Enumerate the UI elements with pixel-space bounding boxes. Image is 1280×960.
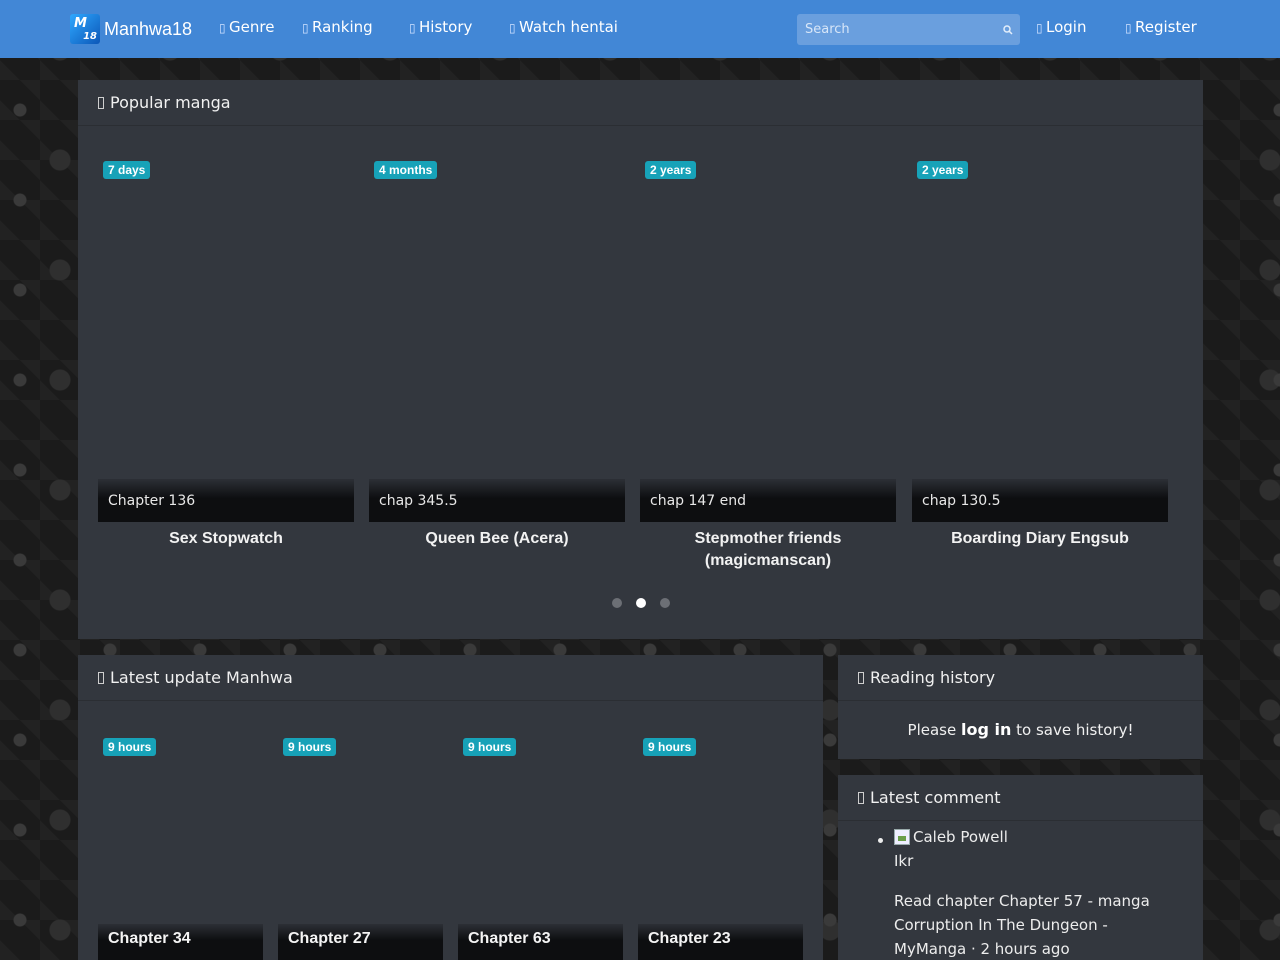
chapter-label[interactable]: Chapter 23 <box>638 924 803 960</box>
history-icon: ▯ <box>409 21 416 35</box>
chapter-label[interactable]: chap 130.5 <box>912 479 1168 522</box>
search-box <box>797 14 1020 45</box>
manga-card[interactable]: 2 years chap 147 end Stepmother friends … <box>640 155 896 572</box>
brand-link[interactable]: M 18 Manhwa18 <box>70 14 192 44</box>
latest-heading: Latest update Manhwa <box>78 655 823 701</box>
chapter-label[interactable]: Chapter 27 <box>278 924 443 960</box>
search-icon[interactable] <box>996 14 1020 45</box>
history-heading: Reading history <box>838 655 1203 701</box>
update-card[interactable]: 9 hours Chapter 23 <box>638 730 803 960</box>
brand-name: Manhwa18 <box>104 18 193 39</box>
nav-ranking[interactable]: ▯ Ranking <box>302 18 373 36</box>
update-card[interactable]: 9 hours Chapter 63 <box>458 730 623 960</box>
carousel-pagination <box>78 598 1203 608</box>
time-badge: 2 years <box>645 161 697 179</box>
register-link[interactable]: ▯ Register <box>1125 18 1197 36</box>
nav-history[interactable]: ▯ History <box>409 18 472 36</box>
history-msg-prefix: Please <box>907 721 957 739</box>
login-link[interactable]: ▯ Login <box>1036 18 1086 36</box>
chapter-label[interactable]: Chapter 136 <box>98 479 354 522</box>
chapter-label[interactable]: Chapter 63 <box>458 924 623 960</box>
popular-heading-text: Popular manga <box>110 93 231 112</box>
list-icon: ▯ <box>219 21 226 35</box>
carousel-dot[interactable] <box>659 598 670 608</box>
reading-history-panel: Reading history Please log in to save hi… <box>838 655 1203 759</box>
nav-history-label: History <box>419 18 473 36</box>
trophy-icon: ▯ <box>302 21 309 35</box>
time-badge: 9 hours <box>463 738 517 756</box>
star-icon <box>98 96 104 109</box>
history-heading-text: Reading history <box>870 668 996 687</box>
popular-manga-panel: Popular manga 7 days Chapter 136 Sex Sto… <box>78 80 1203 639</box>
history-msg-suffix: to save history! <box>1016 721 1134 739</box>
carousel-dot-active[interactable] <box>635 598 646 608</box>
nav-ranking-label: Ranking <box>312 18 373 36</box>
time-badge: 9 hours <box>283 738 337 756</box>
chapter-label[interactable]: Chapter 34 <box>98 924 263 960</box>
comment-item: Caleb Powell Ikr Read chapter Chapter 57… <box>894 825 1203 960</box>
chapter-label[interactable]: chap 345.5 <box>369 479 625 522</box>
manga-cover[interactable]: 2 years chap 147 end <box>640 155 896 522</box>
popular-heading: Popular manga <box>78 80 1203 126</box>
update-card[interactable]: 9 hours Chapter 34 <box>98 730 263 960</box>
update-card[interactable]: 9 hours Chapter 27 <box>278 730 443 960</box>
register-icon: ▯ <box>1125 21 1132 35</box>
comment-icon <box>858 791 864 804</box>
comment-username[interactable]: Caleb Powell <box>913 825 1008 849</box>
comment-user[interactable]: Caleb Powell <box>894 825 1203 849</box>
manga-cover[interactable]: 7 days Chapter 136 <box>98 155 354 522</box>
time-badge: 7 days <box>103 161 151 179</box>
register-label: Register <box>1135 18 1197 36</box>
comment-list: Caleb Powell Ikr Read chapter Chapter 57… <box>838 821 1203 960</box>
login-label: Login <box>1046 18 1087 36</box>
login-icon: ▯ <box>1036 21 1043 35</box>
latest-comment-panel: Latest comment Caleb Powell Ikr Read cha… <box>838 775 1203 960</box>
logo-icon: M 18 <box>70 14 100 44</box>
manga-title[interactable]: Queen Bee (Acera) <box>369 528 625 550</box>
time-badge: 9 hours <box>643 738 697 756</box>
nav-watch-hentai[interactable]: ▯ Watch hentai <box>509 18 618 36</box>
latest-heading-text: Latest update Manhwa <box>110 668 293 687</box>
history-icon <box>858 671 864 684</box>
time-badge: 4 months <box>374 161 438 179</box>
time-badge: 2 years <box>917 161 969 179</box>
search-input[interactable] <box>797 14 996 45</box>
top-navbar: M 18 Manhwa18 ▯ Genre ▯ Ranking ▯ History ▯ W… <box>0 0 1280 58</box>
comments-heading-text: Latest comment <box>870 788 1001 807</box>
manga-title[interactable]: Stepmother friends (magicmanscan) <box>640 528 896 572</box>
nav-genre-label: Genre <box>229 18 275 36</box>
latest-update-panel: Latest update Manhwa 9 hours Chapter 34 … <box>78 655 823 960</box>
avatar-image-icon <box>894 829 910 845</box>
time-badge: 9 hours <box>103 738 157 756</box>
carousel-dot[interactable] <box>611 598 622 608</box>
login-prompt-link[interactable]: log in <box>961 720 1011 739</box>
manga-title[interactable]: Boarding Diary Engsub <box>912 528 1168 550</box>
manga-card[interactable]: 4 months chap 345.5 Queen Bee (Acera) <box>369 155 625 550</box>
manga-card[interactable]: 7 days Chapter 136 Sex Stopwatch <box>98 155 354 550</box>
manga-cover[interactable]: 2 years chap 130.5 <box>912 155 1168 522</box>
chapter-label[interactable]: chap 147 end <box>640 479 896 522</box>
nav-genre[interactable]: ▯ Genre <box>219 18 274 36</box>
play-icon: ▯ <box>509 21 516 35</box>
comment-text: Ikr <box>894 852 914 870</box>
comment-meta-link[interactable]: Read chapter Chapter 57 - manga Corrupti… <box>894 889 1184 960</box>
comments-heading: Latest comment <box>838 775 1203 821</box>
manga-title[interactable]: Sex Stopwatch <box>98 528 354 550</box>
history-message: Please log in to save history! <box>838 701 1203 739</box>
nav-watch-hentai-label: Watch hentai <box>519 18 618 36</box>
manga-cover[interactable]: 4 months chap 345.5 <box>369 155 625 522</box>
manga-card[interactable]: 2 years chap 130.5 Boarding Diary Engsub <box>912 155 1168 550</box>
clock-icon <box>98 671 104 684</box>
